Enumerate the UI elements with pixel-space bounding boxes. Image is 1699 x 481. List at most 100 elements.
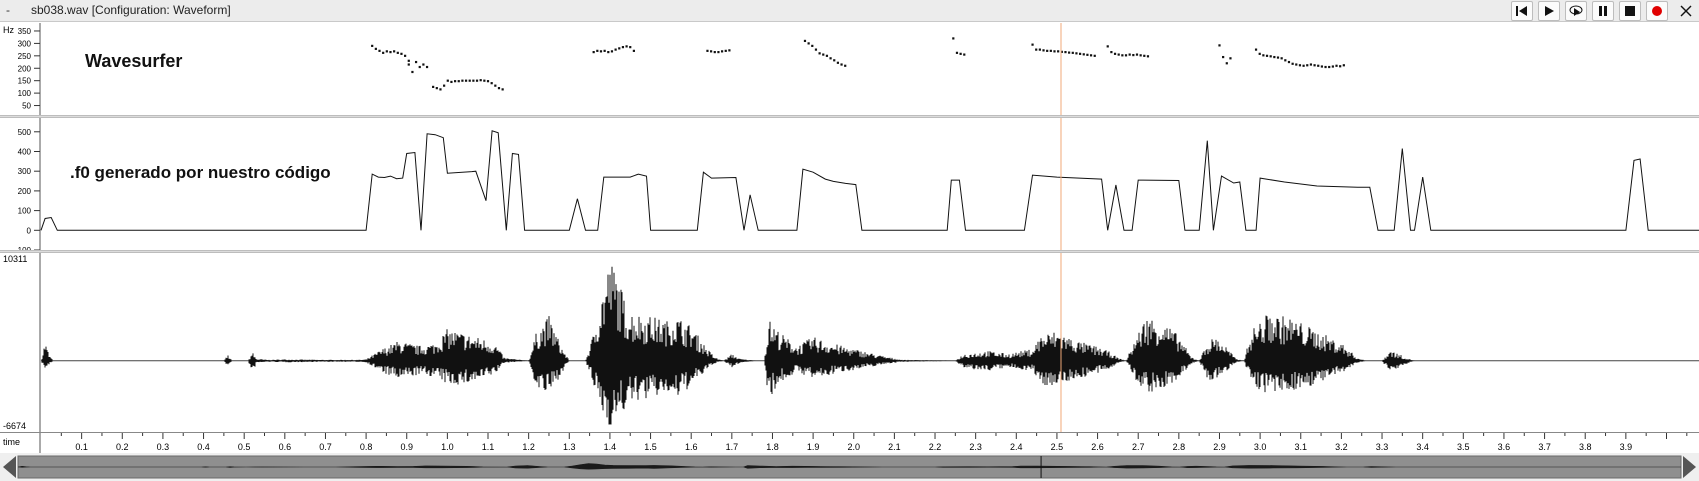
overview-scrollbar[interactable] [0, 453, 1699, 481]
pitch-point [1309, 63, 1313, 66]
pitch-point [407, 59, 410, 62]
pitch-point [614, 48, 617, 51]
close-button[interactable] [1676, 1, 1696, 21]
pitch-point [807, 42, 810, 45]
pitch-point [818, 52, 821, 55]
time-tick-label: 2.5 [1051, 442, 1064, 452]
pitch-plot: Hz 350 300 250 200 150 100 50 [3, 23, 1345, 115]
time-tick-label: 0.2 [116, 442, 129, 452]
pitch-point [959, 52, 962, 55]
pitch-point [803, 39, 807, 43]
pitch-point [618, 47, 621, 50]
pitch-point [389, 51, 392, 54]
time-tick-label: 0.6 [279, 442, 292, 452]
record-icon [1652, 6, 1662, 16]
record-button[interactable] [1646, 1, 1668, 21]
pitch-point [414, 60, 418, 64]
pitch-point [829, 57, 832, 60]
pitch-point [629, 46, 632, 49]
pitch-point [955, 51, 959, 54]
pitch-point [1121, 54, 1124, 57]
pitch-point [1075, 52, 1078, 55]
pitch-point [1117, 53, 1120, 56]
pause-button[interactable] [1592, 1, 1614, 21]
pitch-point [1064, 51, 1067, 54]
pitch-point [1331, 65, 1334, 68]
pitch-point [1106, 45, 1109, 48]
pitch-point [1265, 54, 1269, 57]
pitch-point [825, 54, 829, 57]
pitch-point [621, 46, 625, 49]
pitch-point [439, 88, 442, 91]
pause-icon [1599, 6, 1607, 16]
pitch-point [717, 51, 720, 54]
time-tick-label: 1.5 [644, 442, 657, 452]
pitch-unit-label: Hz [3, 25, 14, 35]
overview-track[interactable] [0, 453, 1699, 481]
pitch-point [1113, 52, 1117, 55]
time-tick-label: 1.7 [726, 442, 739, 452]
pitch-point [446, 79, 449, 82]
title-bar: - sb038.wav [Configuration: Waveform] [0, 0, 1699, 22]
pitch-point [844, 64, 847, 67]
pitch-point [1254, 48, 1258, 51]
play-loop-button[interactable] [1565, 1, 1587, 21]
pitch-point [425, 65, 429, 69]
time-tick-label: 2.2 [929, 442, 942, 452]
pitch-point [1124, 54, 1128, 57]
pitch-point [1093, 54, 1096, 57]
pitch-point [472, 79, 475, 82]
pitch-tick-label: 50 [22, 102, 31, 111]
pitch-point [1139, 54, 1142, 57]
pitch-point [400, 52, 403, 55]
pitch-point [811, 44, 814, 47]
time-ruler: time 0.1 0.2 0.3 0.4 0.5 0.6 0.7 0.8 0.9 1.0 1.1 1.… [3, 433, 1688, 454]
pitch-point [1276, 56, 1280, 59]
f0-pane-title: .f0 generado por nuestro código [70, 163, 331, 182]
time-axis-label: time [3, 437, 20, 447]
pitch-point [1038, 48, 1041, 51]
time-tick-label: 1.4 [604, 442, 617, 452]
time-tick-label: 2.1 [888, 442, 901, 452]
time-tick-label: 1.6 [685, 442, 698, 452]
time-tick-label: 3.2 [1335, 442, 1348, 452]
pitch-point [1071, 51, 1074, 54]
pitch-point [1046, 49, 1049, 52]
pitch-point [432, 85, 435, 88]
pitch-point [1225, 62, 1228, 65]
time-tick-label: 0.5 [238, 442, 251, 452]
skip-to-start-button[interactable] [1511, 1, 1533, 21]
play-button[interactable] [1538, 1, 1560, 21]
pitch-point [713, 51, 716, 54]
time-tick-label: 1.1 [482, 442, 495, 452]
pitch-point [1339, 65, 1342, 68]
play-loop-icon [1569, 5, 1583, 16]
pitch-point [486, 80, 490, 83]
time-tick-label: 0.7 [319, 442, 332, 452]
pitch-point [501, 88, 504, 91]
pitch-point [610, 50, 614, 53]
pitch-point [385, 50, 388, 53]
pitch-point [1229, 57, 1232, 60]
pitch-tick-label: 250 [18, 52, 32, 61]
window-menu-button[interactable]: - [6, 3, 10, 17]
f0-tick-label: 100 [18, 207, 32, 216]
f0-tick-label: 300 [18, 167, 32, 176]
pitch-point [479, 79, 482, 82]
stop-button[interactable] [1619, 1, 1641, 21]
waveform-min-label: -6674 [3, 421, 26, 431]
pitch-point [407, 63, 410, 66]
time-tick-label: 0.1 [75, 442, 88, 452]
time-tick-label: 1.0 [441, 442, 454, 452]
pitch-point [490, 82, 493, 85]
pitch-point [1291, 62, 1294, 65]
time-tick-label: 3.6 [1498, 442, 1511, 452]
pitch-point [1262, 54, 1265, 57]
time-tick-label: 0.9 [400, 442, 413, 452]
pitch-point [1269, 55, 1272, 58]
waveform-max-label: 10311 [3, 254, 27, 264]
time-tick-label: 1.2 [522, 442, 535, 452]
pitch-point [814, 48, 818, 51]
f0-tick-label: 400 [18, 147, 32, 156]
f0-tick-label: 500 [18, 128, 32, 137]
